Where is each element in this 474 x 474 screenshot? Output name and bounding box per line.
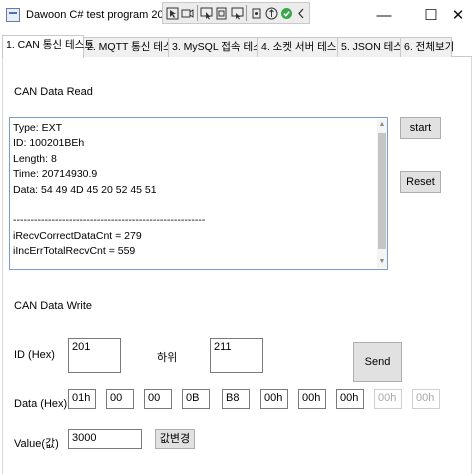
data-byte-input-0[interactable]: 01h [68, 389, 96, 409]
data-byte-input-3[interactable]: 0B [182, 389, 210, 409]
value-input[interactable]: 3000 [68, 429, 142, 449]
data-byte-input-8: 00h [374, 389, 402, 409]
scroll-down-icon[interactable]: ▼ [378, 258, 386, 266]
tab-mqtt-test[interactable]: 2. MQTT 통신 테스트 [83, 37, 182, 57]
id-hex-label: ID (Hex) [14, 349, 55, 361]
tab-view-all[interactable]: 6. 전체보기 [400, 37, 454, 57]
check-circle-icon[interactable] [280, 5, 294, 22]
tab-json-test[interactable]: 5. JSON 테스트 [337, 37, 413, 57]
start-button[interactable]: start [400, 117, 441, 139]
sub-id-input[interactable]: 211 [210, 338, 263, 373]
info-icon[interactable] [264, 5, 278, 22]
close-button[interactable]: ✕ [444, 6, 472, 26]
scroll-thumb[interactable] [378, 133, 386, 249]
camera-icon[interactable] [180, 5, 194, 22]
data-byte-input-2[interactable]: 00 [144, 389, 172, 409]
title-bar: Dawoon C# test program 2024-02-13-02 — ☐… [0, 0, 474, 32]
data-byte-input-4[interactable]: B8 [222, 389, 250, 409]
cursor-select-icon[interactable] [165, 5, 179, 22]
maximize-button[interactable]: ☐ [417, 6, 445, 26]
send-button[interactable]: Send [353, 342, 402, 382]
data-byte-input-6[interactable]: 00h [298, 389, 326, 409]
data-byte-input-1[interactable]: 00 [106, 389, 134, 409]
can-write-section-label: CAN Data Write [14, 300, 93, 312]
vertical-scrollbar[interactable]: ▲ ▼ [377, 119, 387, 268]
tab-mysql-test[interactable]: 3. MySQL 접속 테스트 [168, 37, 272, 57]
data-byte-input-7[interactable]: 00h [336, 389, 364, 409]
floating-toolbar [162, 2, 310, 24]
value-change-button[interactable]: 값변경 [155, 429, 195, 449]
data-hex-label: Data (Hex) [14, 398, 68, 410]
id-hex-input[interactable]: 201 [68, 338, 121, 373]
tab-socket-test[interactable]: 4. 소켓 서버 테스트 [257, 37, 346, 57]
rectangle-select-icon[interactable] [215, 5, 229, 22]
can-read-text: Type: EXT ID: 100201BEh Length: 8 Time: … [13, 122, 206, 258]
minimize-button[interactable]: — [370, 6, 398, 26]
data-byte-input-5[interactable]: 00h [260, 389, 288, 409]
sub-id-label: 하위 [157, 352, 178, 364]
can-read-section-label: CAN Data Read [14, 86, 93, 98]
pointer-select-icon[interactable] [199, 5, 213, 22]
tab-strip: 1. CAN 통신 테스트 2. MQTT 통신 테스트 3. MySQL 접속… [2, 35, 472, 58]
data-byte-input-9: 00h [412, 389, 440, 409]
tab-can-test[interactable]: 1. CAN 통신 테스트 [2, 35, 94, 58]
value-label: Value(값) [14, 438, 59, 450]
scroll-up-icon[interactable]: ▲ [378, 121, 386, 129]
collapse-arrow-icon[interactable] [295, 5, 309, 22]
pin-icon[interactable] [249, 5, 263, 22]
reset-button[interactable]: Reset [400, 171, 441, 193]
can-read-textbox[interactable]: Type: EXT ID: 100201BEh Length: 8 Time: … [9, 117, 388, 270]
app-icon [6, 8, 20, 22]
window-select-icon[interactable] [230, 5, 244, 22]
